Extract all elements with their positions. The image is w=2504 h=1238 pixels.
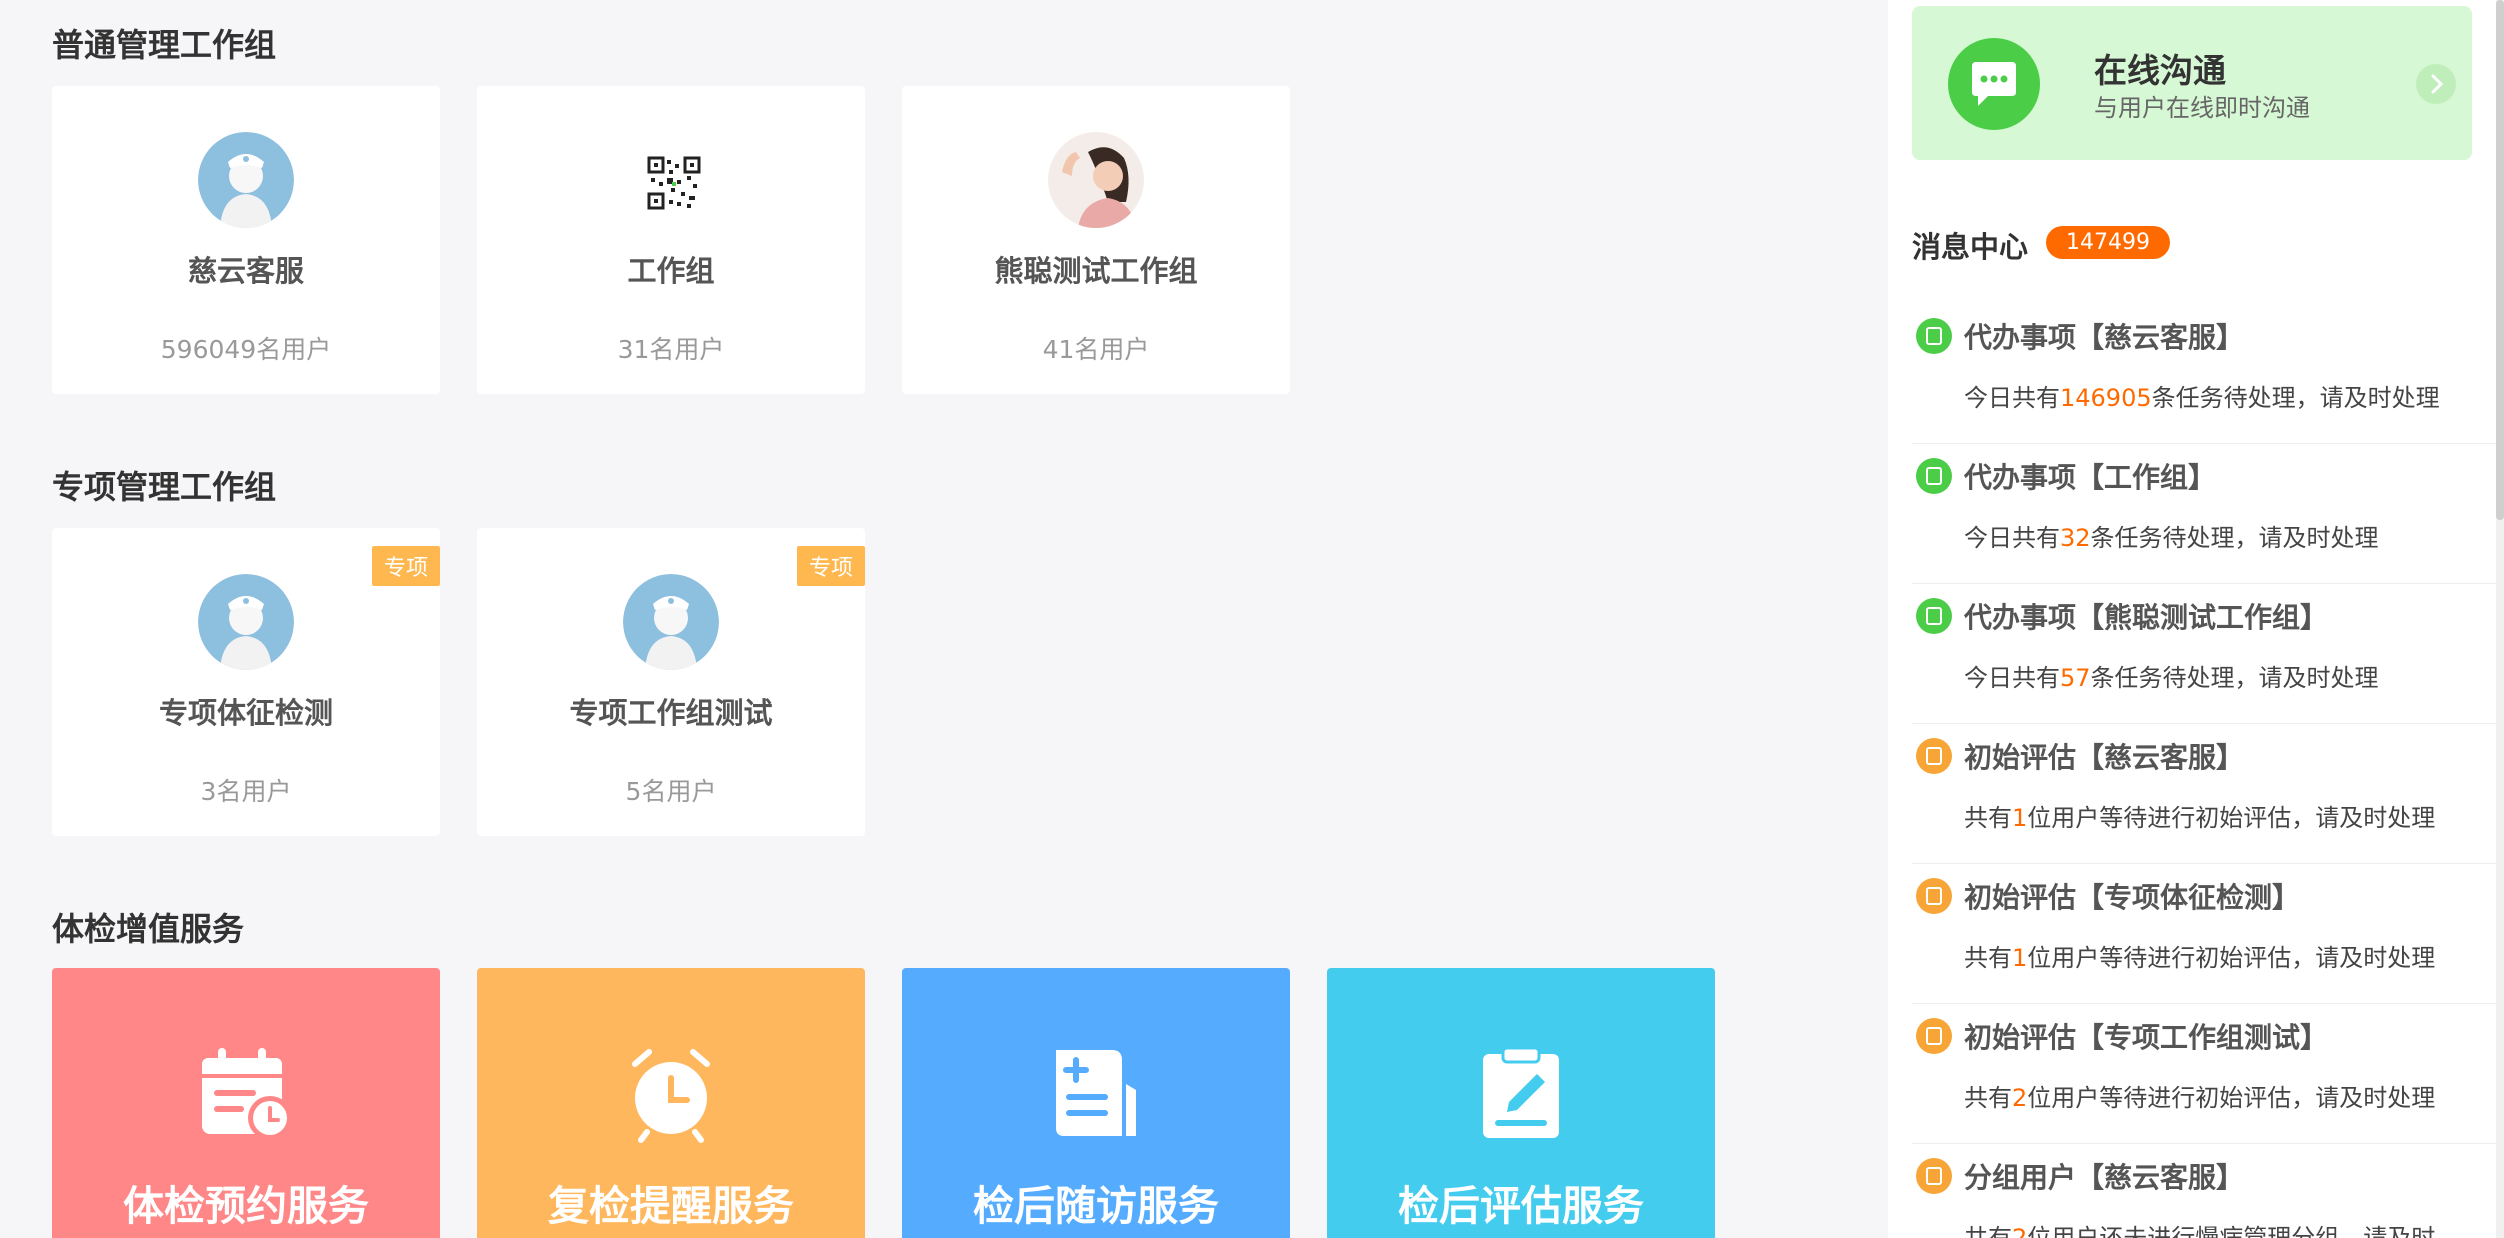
chat-bubble-icon bbox=[1948, 38, 2040, 130]
section-title-normal-groups: 普通管理工作组 bbox=[52, 26, 277, 64]
message-text-suffix: 位用户等待进行初始评估，请及时处理 bbox=[2027, 944, 2436, 972]
message-text: 今日共有57条任务待处理，请及时处理 bbox=[1964, 658, 2379, 693]
message-item[interactable]: 初始评估【慈云客服】共有1位用户等待进行初始评估，请及时处理 bbox=[1912, 724, 2504, 864]
message-item[interactable]: 代办事项【慈云客服】今日共有146905条任务待处理，请及时处理 bbox=[1912, 304, 2504, 444]
message-item[interactable]: 初始评估【专项体征检测】共有1位用户等待进行初始评估，请及时处理 bbox=[1912, 864, 2504, 1004]
service-recheck-reminder-button[interactable]: 复检提醒服务 bbox=[477, 968, 865, 1238]
group-name: 专项工作组测试 bbox=[569, 696, 773, 730]
message-text-prefix: 共有 bbox=[1964, 804, 2012, 832]
message-title: 代办事项【慈云客服】 bbox=[1964, 321, 2245, 354]
message-title: 初始评估【专项体征检测】 bbox=[1964, 881, 2301, 914]
message-text: 共有1位用户等待进行初始评估，请及时处理 bbox=[1964, 938, 2435, 973]
message-item[interactable]: 代办事项【工作组】今日共有32条任务待处理，请及时处理 bbox=[1912, 444, 2504, 584]
message-text: 共有2位用户等待进行初始评估，请及时处理 bbox=[1964, 1078, 2435, 1113]
group-name: 慈云客服 bbox=[187, 254, 304, 288]
special-tag: 专项 bbox=[796, 546, 865, 586]
message-highlight-number: 32 bbox=[2060, 524, 2091, 552]
nurse-avatar-icon bbox=[198, 132, 294, 228]
message-text-suffix: 位用户等待进行初始评估，请及时处理 bbox=[2027, 1084, 2436, 1112]
group-name: 专项体征检测 bbox=[158, 696, 333, 730]
message-title: 代办事项【工作组】 bbox=[1964, 461, 2217, 494]
message-text-prefix: 共有 bbox=[1964, 1224, 2012, 1238]
calendar-clock-icon bbox=[196, 1044, 296, 1144]
message-text-suffix: 位用户等待进行初始评估，请及时处理 bbox=[2027, 804, 2436, 832]
right-sidebar: 在线沟通 与用户在线即时沟通 消息中心 147499 代办事项【慈云客服】今日共… bbox=[1888, 0, 2504, 1238]
message-text-suffix: 条任务待处理，请及时处理 bbox=[2090, 664, 2379, 692]
message-text: 共有2位用户还未进行慢病管理分组，请及时 bbox=[1964, 1218, 2435, 1238]
message-title: 初始评估【专项工作组测试】 bbox=[1964, 1021, 2329, 1054]
message-text: 今日共有32条任务待处理，请及时处理 bbox=[1964, 518, 2379, 553]
message-highlight-number: 2 bbox=[2012, 1084, 2028, 1112]
service-label: 体检预约服务 bbox=[123, 1182, 369, 1230]
medical-report-icon bbox=[1046, 1044, 1146, 1144]
online-chat-card[interactable]: 在线沟通 与用户在线即时沟通 bbox=[1912, 6, 2472, 160]
clipboard-edit-icon bbox=[1471, 1044, 1571, 1144]
clipboard-check-icon bbox=[1916, 738, 1952, 774]
message-text-suffix: 位用户还未进行慢病管理分组，请及时 bbox=[2027, 1224, 2436, 1238]
service-evaluation-button[interactable]: 检后评估服务 bbox=[1327, 968, 1715, 1238]
message-highlight-number: 1 bbox=[2012, 944, 2028, 972]
clipboard-check-icon bbox=[1916, 878, 1952, 914]
message-item[interactable]: 初始评估【专项工作组测试】共有2位用户等待进行初始评估，请及时处理 bbox=[1912, 1004, 2504, 1144]
message-text-prefix: 今日共有 bbox=[1964, 384, 2060, 412]
special-tag: 专项 bbox=[371, 546, 440, 586]
section-title-services: 体检增值服务 bbox=[52, 910, 245, 948]
message-text-suffix: 条任务待处理，请及时处理 bbox=[2151, 384, 2440, 412]
group-user-count: 3名用户 bbox=[200, 777, 292, 806]
scrollbar-thumb[interactable] bbox=[2496, 0, 2504, 520]
group-user-count: 31名用户 bbox=[617, 335, 725, 364]
chat-title: 在线沟通 bbox=[2094, 51, 2226, 90]
message-highlight-number: 146905 bbox=[2060, 384, 2152, 412]
message-highlight-number: 57 bbox=[2060, 664, 2091, 692]
message-count-badge: 147499 bbox=[2046, 226, 2170, 259]
message-highlight-number: 1 bbox=[2012, 804, 2028, 832]
group-user-count: 41名用户 bbox=[1042, 335, 1150, 364]
message-highlight-number: 2 bbox=[2012, 1224, 2028, 1238]
service-appointment-button[interactable]: 体检预约服务 bbox=[52, 968, 440, 1238]
alarm-clock-icon bbox=[621, 1044, 721, 1144]
service-label: 复检提醒服务 bbox=[548, 1182, 794, 1230]
chevron-right-icon[interactable] bbox=[2416, 64, 2456, 104]
section-title-special-groups: 专项管理工作组 bbox=[52, 468, 277, 506]
message-item[interactable]: 分组用户【慈云客服】共有2位用户还未进行慢病管理分组，请及时 bbox=[1912, 1144, 2504, 1238]
clipboard-check-icon bbox=[1916, 458, 1952, 494]
service-followup-button[interactable]: 检后随访服务 bbox=[902, 968, 1290, 1238]
service-label: 检后随访服务 bbox=[973, 1182, 1219, 1230]
nurse-avatar-icon bbox=[623, 574, 719, 670]
group-card-ciyun[interactable]: 慈云客服 596049名用户 bbox=[52, 86, 440, 394]
message-text-suffix: 条任务待处理，请及时处理 bbox=[2090, 524, 2379, 552]
main-content: 普通管理工作组 慈云客服 596049名用户 工作组 31名用户 熊聪测试工作组… bbox=[0, 0, 1880, 1238]
qr-code-icon bbox=[647, 156, 701, 210]
message-text-prefix: 今日共有 bbox=[1964, 664, 2060, 692]
scrollbar[interactable] bbox=[2496, 0, 2504, 1238]
message-item[interactable]: 代办事项【熊聪测试工作组】今日共有57条任务待处理，请及时处理 bbox=[1912, 584, 2504, 724]
clipboard-check-icon bbox=[1916, 1018, 1952, 1054]
message-title: 代办事项【熊聪测试工作组】 bbox=[1964, 601, 2329, 634]
clipboard-check-icon bbox=[1916, 598, 1952, 634]
message-title: 分组用户【慈云客服】 bbox=[1964, 1161, 2245, 1194]
service-label: 检后评估服务 bbox=[1398, 1182, 1644, 1230]
message-text-prefix: 共有 bbox=[1964, 1084, 2012, 1112]
group-user-count: 5名用户 bbox=[625, 777, 717, 806]
photo-avatar-icon bbox=[1048, 132, 1144, 228]
special-group-card-test[interactable]: 专项 专项工作组测试 5名用户 bbox=[477, 528, 865, 836]
message-text: 今日共有146905条任务待处理，请及时处理 bbox=[1964, 378, 2440, 413]
message-text-prefix: 今日共有 bbox=[1964, 524, 2060, 552]
chat-subtitle: 与用户在线即时沟通 bbox=[2094, 94, 2310, 122]
clipboard-check-icon bbox=[1916, 318, 1952, 354]
clipboard-check-icon bbox=[1916, 1158, 1952, 1194]
message-title: 初始评估【慈云客服】 bbox=[1964, 741, 2245, 774]
special-group-card-vitals[interactable]: 专项 专项体征检测 3名用户 bbox=[52, 528, 440, 836]
group-card-workgroup[interactable]: 工作组 31名用户 bbox=[477, 86, 865, 394]
group-name: 工作组 bbox=[627, 254, 715, 288]
message-center-title: 消息中心 bbox=[1912, 230, 2029, 264]
nurse-avatar-icon bbox=[198, 574, 294, 670]
message-text-prefix: 共有 bbox=[1964, 944, 2012, 972]
group-name: 熊聪测试工作组 bbox=[994, 254, 1198, 288]
group-card-xiongcong[interactable]: 熊聪测试工作组 41名用户 bbox=[902, 86, 1290, 394]
message-text: 共有1位用户等待进行初始评估，请及时处理 bbox=[1964, 798, 2435, 833]
group-user-count: 596049名用户 bbox=[160, 335, 332, 364]
